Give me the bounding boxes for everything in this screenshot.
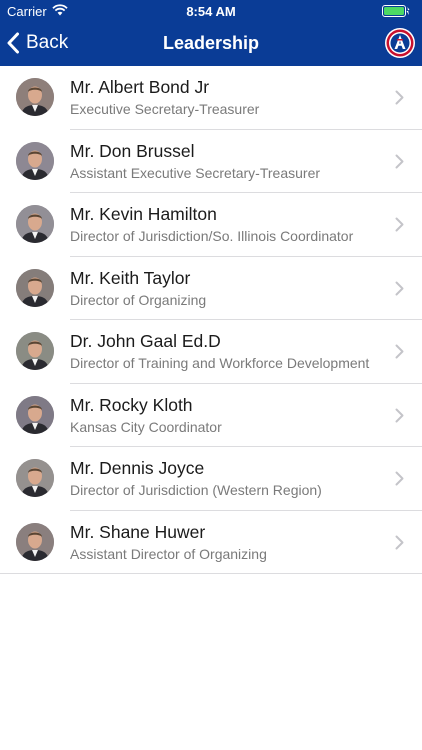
status-time: 8:54 AM: [186, 4, 236, 19]
leader-name: Dr. John Gaal Ed.D: [70, 331, 221, 351]
avatar: [16, 459, 54, 497]
chevron-right-icon: [395, 535, 404, 549]
leader-name: Mr. Kevin Hamilton: [70, 204, 217, 224]
leader-name: Mr. Rocky Kloth: [70, 394, 193, 415]
list-item[interactable]: Dr. John Gaal Ed.D Director of Training a…: [0, 320, 422, 384]
chevron-right-icon: [395, 154, 404, 168]
avatar: [16, 395, 54, 434]
chevron-right-icon: [395, 471, 404, 486]
list-item[interactable]: Mr. Dennis Joyce Director of Jurisdiction…: [0, 447, 422, 511]
list-item[interactable]: Mr. Albert Bond Jr Executive Secretary-Tr…: [0, 66, 422, 130]
leader-title: Director of Jurisdiction/So. Illinois Co…: [70, 228, 354, 244]
status-bar: Carrier 8:54 AM: [0, 0, 422, 22]
leader-title: Director of Organizing: [70, 291, 207, 308]
chevron-right-icon: [395, 281, 404, 295]
leader-title: Assistant Executive Secretary-Treasurer: [70, 164, 321, 181]
leadership-list: Mr. Albert Bond Jr Executive Secretary-Tr…: [0, 66, 422, 574]
avatar: [16, 205, 54, 243]
list-item[interactable]: Mr. Shane Huwer Assistant Director of Org…: [0, 511, 422, 575]
leader-name: Mr. Keith Taylor: [70, 267, 191, 288]
avatar: [16, 141, 54, 180]
chevron-right-icon: [395, 408, 404, 422]
leader-title: Director of Jurisdiction (Western Region…: [70, 482, 322, 498]
avatar: [16, 522, 54, 561]
chevron-right-icon: [395, 217, 404, 232]
list-item[interactable]: Mr. Don Brussel Assistant Executive Secre…: [0, 130, 422, 194]
leader-title: Kansas City Coordinator: [70, 418, 222, 435]
chevron-right-icon: [395, 90, 404, 105]
list-item[interactable]: Mr. Kevin Hamilton Director of Jurisdicti…: [0, 193, 422, 257]
header: Carrier 8:54 AM Back Leadership: [0, 0, 422, 66]
chevron-right-icon: [395, 344, 404, 359]
nav-bar: Back Leadership: [0, 22, 422, 66]
list-item[interactable]: Mr. Keith Taylor Director of Organizing: [0, 257, 422, 321]
list-item[interactable]: Mr. Rocky Kloth Kansas City Coordinator: [0, 384, 422, 448]
leader-name: Mr. Shane Huwer: [70, 521, 206, 542]
leader-name: Mr. Don Brussel: [70, 140, 195, 161]
union-logo-icon: [385, 28, 415, 58]
avatar: [16, 332, 54, 370]
leader-title: Executive Secretary-Treasurer: [70, 101, 260, 117]
leader-name: Mr. Dennis Joyce: [70, 458, 205, 478]
battery-icon: [382, 5, 410, 17]
avatar: [16, 268, 54, 307]
leader-title: Director of Training and Workforce Devel…: [70, 355, 370, 371]
avatar: [16, 78, 54, 116]
leader-name: Mr. Albert Bond Jr: [70, 77, 210, 97]
page-title: Leadership: [162, 33, 260, 53]
leader-title: Assistant Director of Organizing: [70, 545, 267, 562]
